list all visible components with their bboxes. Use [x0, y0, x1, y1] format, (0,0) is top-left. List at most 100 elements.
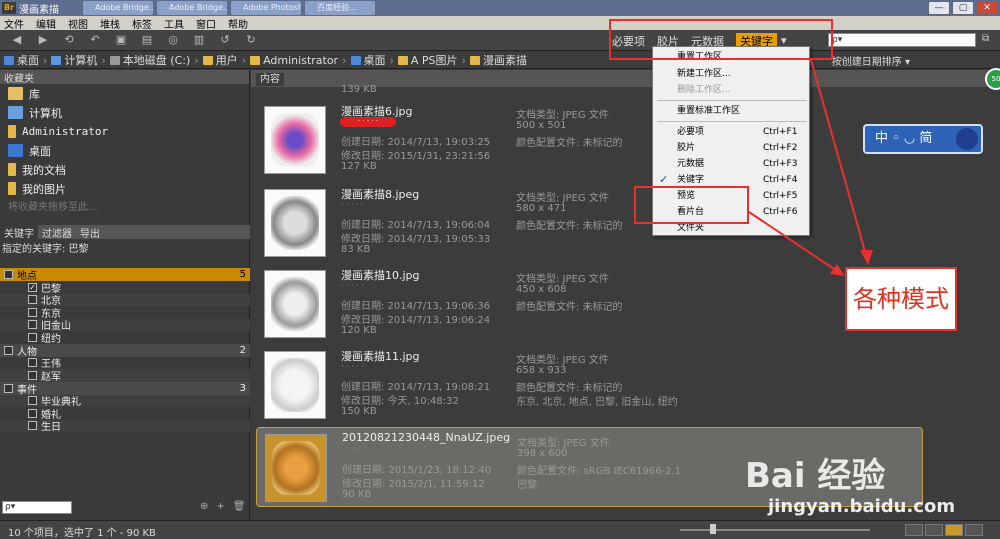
keyword-group-places[interactable]: 地点 5	[0, 268, 250, 282]
fav-administrator[interactable]: Administrator	[0, 122, 249, 141]
menu-item-filmstrip[interactable]: 胶片 Ctrl+F2	[653, 140, 811, 156]
floating-badge[interactable]: 50	[985, 68, 1000, 90]
checkbox[interactable]	[28, 396, 37, 406]
checkbox[interactable]	[28, 307, 37, 317]
fav-documents[interactable]: 我的文档	[0, 160, 249, 179]
menu-item-new-workspace[interactable]: 新建工作区...	[653, 66, 811, 82]
tab-keywords[interactable]: 关键字	[0, 224, 38, 240]
file-row[interactable]: 漫画素描6.jpg · · · · · 创建日期: 2014/7/13, 19:…	[256, 100, 923, 180]
ime-toolbar[interactable]: 中 ◦ ◡ 简	[863, 124, 983, 154]
file-row[interactable]: 漫画素描8.jpeg · · · · · 创建日期: 2014/7/13, 19…	[256, 183, 923, 263]
checkbox[interactable]	[28, 370, 37, 380]
content-tab[interactable]: 内容	[256, 73, 284, 86]
crumb-desktop-2[interactable]: 桌面 ›	[350, 52, 394, 68]
close-button[interactable]: ✕	[976, 1, 998, 15]
refine-icon[interactable]: ▤	[138, 33, 156, 47]
checkbox[interactable]	[28, 408, 37, 418]
checkbox[interactable]	[4, 270, 13, 279]
view-details-icon[interactable]	[925, 524, 943, 536]
file-row[interactable]: 漫画素描10.jpg · · · · · 创建日期: 2014/7/13, 19…	[256, 264, 923, 344]
return-icon[interactable]: ↶	[86, 33, 104, 47]
keyword-group-people[interactable]: 人物 2	[0, 343, 250, 358]
keyword-item[interactable]: 毕业典礼	[0, 394, 250, 408]
keyword-item[interactable]: 旧金山	[0, 318, 250, 332]
menu-tools[interactable]: 工具	[164, 16, 184, 31]
checkbox[interactable]	[28, 320, 37, 330]
new-keyword-icon[interactable]: +	[216, 501, 224, 512]
view-grid-icon[interactable]	[905, 524, 923, 536]
menu-label[interactable]: 标签	[132, 16, 152, 31]
view-list-icon[interactable]	[945, 524, 963, 536]
tab-filter[interactable]: 过滤器	[38, 225, 76, 240]
thumbnail[interactable]	[264, 270, 326, 338]
taskbar-tab-3[interactable]: Adobe Photoshop...	[231, 1, 301, 15]
forward-arrow-icon[interactable]: ▶	[34, 33, 52, 47]
taskbar-tab-2[interactable]: Adobe Bridge...	[157, 1, 227, 15]
taskbar-tab-1[interactable]: Adobe Bridge...	[83, 1, 153, 15]
fav-desktop[interactable]: 桌面	[0, 141, 249, 160]
crumb-local-disk[interactable]: 本地磁盘 (C:) ›	[109, 52, 199, 68]
rotate-left-icon[interactable]: ↺	[216, 33, 234, 47]
sort-dropdown[interactable]: 按创建日期排序 ▾	[832, 53, 910, 68]
thumbnail-size-slider[interactable]	[680, 529, 870, 531]
thumbnail[interactable]	[264, 351, 326, 419]
crumb-users[interactable]: 用户 ›	[202, 52, 246, 68]
crumb-computer[interactable]: 计算机 ›	[51, 52, 106, 68]
keyword-item[interactable]: 北京	[0, 293, 250, 307]
new-sub-keyword-icon[interactable]: ⊕	[200, 501, 208, 512]
menu-item-reset-standard[interactable]: 重置标准工作区	[653, 103, 811, 119]
menu-item-essentials[interactable]: 必要项 Ctrl+F1	[653, 124, 811, 140]
menu-edit[interactable]: 编辑	[36, 16, 56, 31]
tab-export[interactable]: 导出	[76, 225, 104, 240]
keyword-item[interactable]: 生日	[0, 419, 250, 433]
file-row[interactable]: 漫画素描11.jpg · · · · · 创建日期: 2014/7/13, 19…	[256, 345, 923, 425]
checkbox[interactable]	[28, 332, 37, 342]
keyword-item[interactable]: 赵军	[0, 369, 250, 383]
checkbox[interactable]	[28, 358, 37, 368]
crumb-manga-sketch[interactable]: 漫画素描	[469, 52, 527, 68]
crumb-desktop[interactable]: 桌面 ›	[4, 52, 47, 68]
menu-stack[interactable]: 堆栈	[100, 16, 120, 31]
thumbnail[interactable]	[264, 189, 326, 257]
thumbnail[interactable]	[265, 434, 327, 502]
keyword-search-input[interactable]: ρ▾	[2, 501, 72, 514]
open-recent-icon[interactable]: ◎	[164, 33, 182, 47]
checkbox[interactable]	[4, 383, 13, 393]
fav-pictures[interactable]: 我的图片	[0, 179, 249, 198]
checkbox[interactable]	[28, 421, 37, 431]
menu-help[interactable]: 帮助	[228, 16, 248, 31]
output-icon[interactable]: ▥	[190, 33, 208, 47]
back-arrow-icon[interactable]: ◀	[8, 33, 26, 47]
checkbox[interactable]	[4, 345, 13, 355]
maximize-button[interactable]: ▢	[952, 1, 974, 15]
crumb-ps-images[interactable]: A PS图片 ›	[397, 52, 466, 68]
view-compact-icon[interactable]	[965, 524, 983, 536]
compact-mode-icon[interactable]: ⧉	[982, 33, 994, 45]
thumbnail[interactable]	[264, 106, 326, 174]
recent-folder-icon[interactable]: ⟲	[60, 33, 78, 47]
favorites-tab[interactable]: 收藏夹	[0, 70, 249, 85]
checkbox-checked[interactable]: ✓	[28, 282, 37, 292]
keyword-item[interactable]: ✓ 巴黎	[0, 281, 250, 295]
search-input[interactable]: ρ▾	[828, 33, 976, 47]
menu-view[interactable]: 视图	[68, 16, 88, 31]
camera-icon[interactable]: ▣	[112, 33, 130, 47]
fav-library[interactable]: 库	[0, 84, 249, 103]
keyword-group-events[interactable]: 事件 3	[0, 381, 250, 396]
menu-file[interactable]: 文件	[4, 16, 24, 31]
fav-computer[interactable]: 计算机	[0, 103, 249, 122]
taskbar-tab-4[interactable]: 百度经验...	[305, 1, 375, 15]
rotate-right-icon[interactable]: ↻	[242, 33, 260, 47]
menu-item-metadata[interactable]: 元数据 Ctrl+F3	[653, 156, 811, 172]
slider-knob[interactable]	[710, 524, 716, 534]
checkbox[interactable]	[28, 295, 37, 305]
left-panel: 收藏夹 库 计算机 Administrator 桌面 我的文档 我的图片 将收藏…	[0, 70, 250, 520]
keyword-item[interactable]: 婚礼	[0, 407, 250, 421]
keyword-item[interactable]: 纽约	[0, 331, 250, 345]
keyword-item[interactable]: 王伟	[0, 357, 250, 370]
trash-icon[interactable]: 🗑	[233, 501, 246, 512]
crumb-administrator[interactable]: Administrator ›	[250, 54, 347, 67]
keyword-item[interactable]: 东京	[0, 306, 250, 320]
menu-window[interactable]: 窗口	[196, 16, 216, 31]
minimize-button[interactable]: —	[928, 1, 950, 15]
